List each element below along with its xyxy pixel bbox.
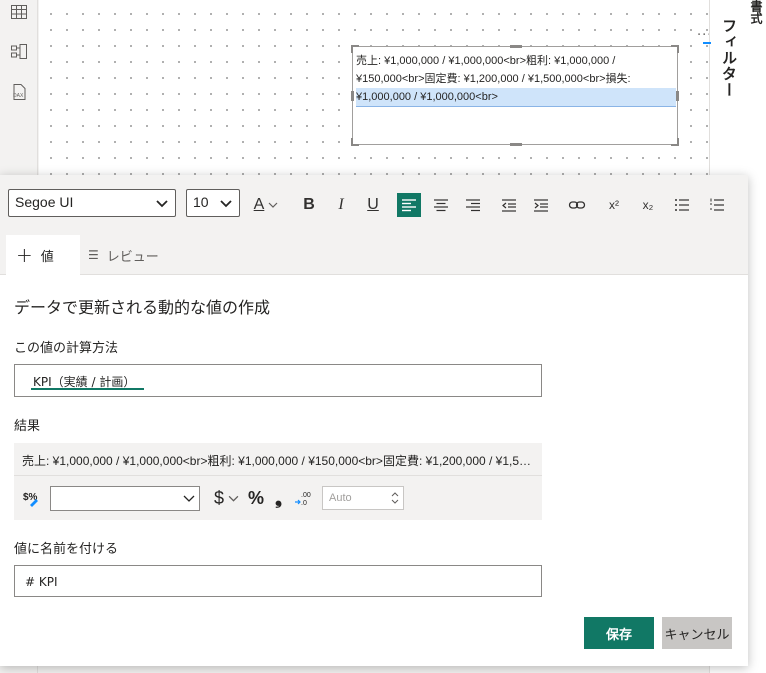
align-left-button[interactable] xyxy=(397,193,421,217)
svg-text:.00: .00 xyxy=(301,492,311,499)
svg-text:DAX: DAX xyxy=(13,93,24,99)
bullet-list-icon xyxy=(675,199,689,211)
align-left-icon xyxy=(402,199,416,212)
underline-button[interactable]: U xyxy=(361,193,385,217)
font-family-select[interactable]: Segoe UI xyxy=(8,189,176,217)
decrease-indent-button[interactable] xyxy=(497,193,521,217)
font-family-value: Segoe UI xyxy=(15,194,74,210)
pane-accent xyxy=(703,42,711,44)
increase-indent-button[interactable] xyxy=(529,193,553,217)
cancel-button[interactable]: キャンセル xyxy=(662,617,732,649)
decimal-places-placeholder: Auto xyxy=(329,492,352,504)
decimal-places-icon: .00.0 xyxy=(295,492,311,507)
result-preview: 売上: ¥1,000,000 / ¥1,000,000<br>粗利: ¥1,00… xyxy=(22,454,536,468)
value-name-value: # KPI xyxy=(25,575,58,589)
subscript-button[interactable]: x₂ xyxy=(636,193,660,217)
text-box-content[interactable]: 売上: ¥1,000,000 / ¥1,000,000<br>粗利: ¥1,00… xyxy=(356,52,676,107)
resize-handle[interactable] xyxy=(510,143,522,146)
comma-style-button[interactable]: ❟ xyxy=(275,486,282,510)
result-label: 結果 xyxy=(14,419,41,434)
plus-icon: + xyxy=(16,243,33,267)
format-type-select[interactable] xyxy=(50,486,200,511)
filter-pane-label[interactable]: フィルター xyxy=(719,18,740,98)
resize-handle[interactable] xyxy=(510,45,522,48)
align-center-icon xyxy=(434,199,448,212)
chevron-down-icon xyxy=(156,200,168,208)
align-right-icon xyxy=(466,199,480,212)
italic-icon: I xyxy=(338,196,344,213)
text-box-line-selected: ¥1,000,000 / ¥1,000,000<br> xyxy=(356,88,676,107)
calc-method-input[interactable]: KPI（実績 / 計画） xyxy=(14,364,542,397)
font-color-icon: A xyxy=(253,196,265,213)
dialog-tabs: + 値 ☰ レビュー xyxy=(0,235,748,275)
bold-icon: B xyxy=(303,196,315,213)
dialog-heading: データで更新される動的な値の作成 xyxy=(14,298,271,317)
numbered-list-button[interactable] xyxy=(705,193,729,217)
spinner-arrows-icon[interactable] xyxy=(390,489,400,507)
superscript-button[interactable]: x² xyxy=(602,193,626,217)
chevron-down-icon xyxy=(183,495,195,502)
list-icon: ☰ xyxy=(88,248,99,262)
chevron-down-icon xyxy=(228,495,239,502)
value-name-input[interactable]: # KPI xyxy=(14,565,542,597)
tab-value[interactable]: + 値 xyxy=(6,235,80,275)
percent-format-button[interactable]: % xyxy=(248,486,264,510)
decimal-places-input[interactable]: Auto xyxy=(322,486,404,510)
font-size-value: 10 xyxy=(193,194,209,210)
resize-handle[interactable] xyxy=(671,45,679,53)
resize-handle[interactable] xyxy=(351,138,359,146)
calc-method-label: この値の計算方法 xyxy=(14,341,119,356)
save-button[interactable]: 保存 xyxy=(584,617,654,649)
subscript-icon: x₂ xyxy=(642,198,654,212)
align-center-button[interactable] xyxy=(429,193,453,217)
resize-handle[interactable] xyxy=(351,45,359,53)
tab-value-label: 値 xyxy=(40,249,54,265)
result-panel: 売上: ¥1,000,000 / ¥1,000,000<br>粗利: ¥1,00… xyxy=(14,443,542,520)
resize-handle[interactable] xyxy=(351,91,354,101)
bullet-list-button[interactable] xyxy=(670,193,694,217)
chevron-down-icon xyxy=(268,202,278,208)
align-right-button[interactable] xyxy=(461,193,485,217)
currency-format-button[interactable]: $ xyxy=(214,486,239,510)
insert-link-button[interactable] xyxy=(565,193,589,217)
chevron-down-icon xyxy=(220,200,232,208)
table-view-icon[interactable] xyxy=(9,2,29,22)
tab-review-label: レビュー xyxy=(106,249,159,265)
format-pane-label[interactable]: 書式 xyxy=(748,0,765,24)
underline-icon: U xyxy=(367,196,379,213)
numbered-list-icon xyxy=(710,198,724,211)
link-icon xyxy=(568,201,586,209)
calc-method-underline xyxy=(31,388,144,390)
bold-button[interactable]: B xyxy=(297,193,321,217)
currency-icon: $ xyxy=(214,487,225,508)
tab-review[interactable]: ☰ レビュー xyxy=(88,235,188,275)
formatting-toolbar: Segoe UI 10 A B I U x² x₂ xyxy=(0,175,748,235)
font-color-button[interactable]: A xyxy=(248,193,284,217)
text-box-visual[interactable]: 売上: ¥1,000,000 / ¥1,000,000<br>粗利: ¥1,00… xyxy=(351,45,679,146)
result-divider xyxy=(14,475,542,476)
dynamic-value-dialog: Segoe UI 10 A B I U x² x₂ + 値 ☰ レビュー データ… xyxy=(0,175,748,666)
resize-handle[interactable] xyxy=(676,91,679,101)
superscript-icon: x² xyxy=(609,198,619,212)
resize-handle[interactable] xyxy=(671,138,679,146)
percent-icon: % xyxy=(248,487,265,508)
italic-button[interactable]: I xyxy=(329,193,353,217)
text-box-line: 売上: ¥1,000,000 / ¥1,000,000<br>粗利: ¥1,00… xyxy=(356,55,616,67)
svg-text:.0: .0 xyxy=(301,500,307,507)
comma-icon: ❟ xyxy=(275,487,283,508)
increase-indent-icon xyxy=(534,199,548,212)
font-size-select[interactable]: 10 xyxy=(186,189,240,217)
dax-query-icon[interactable]: DAX xyxy=(9,82,29,102)
decimal-places-button[interactable]: .00.0 xyxy=(294,486,314,510)
report-canvas[interactable]: ··· 売上: ¥1,000,000 / ¥1,000,000<br>粗利: ¥… xyxy=(39,0,711,175)
model-view-icon[interactable] xyxy=(9,42,29,62)
number-format-icon: $% xyxy=(22,486,40,510)
text-box-line: ¥150,000<br>固定費: ¥1,200,000 / ¥1,500,000… xyxy=(356,73,631,85)
decrease-indent-icon xyxy=(502,199,516,212)
value-name-label: 値に名前を付ける xyxy=(14,542,119,557)
